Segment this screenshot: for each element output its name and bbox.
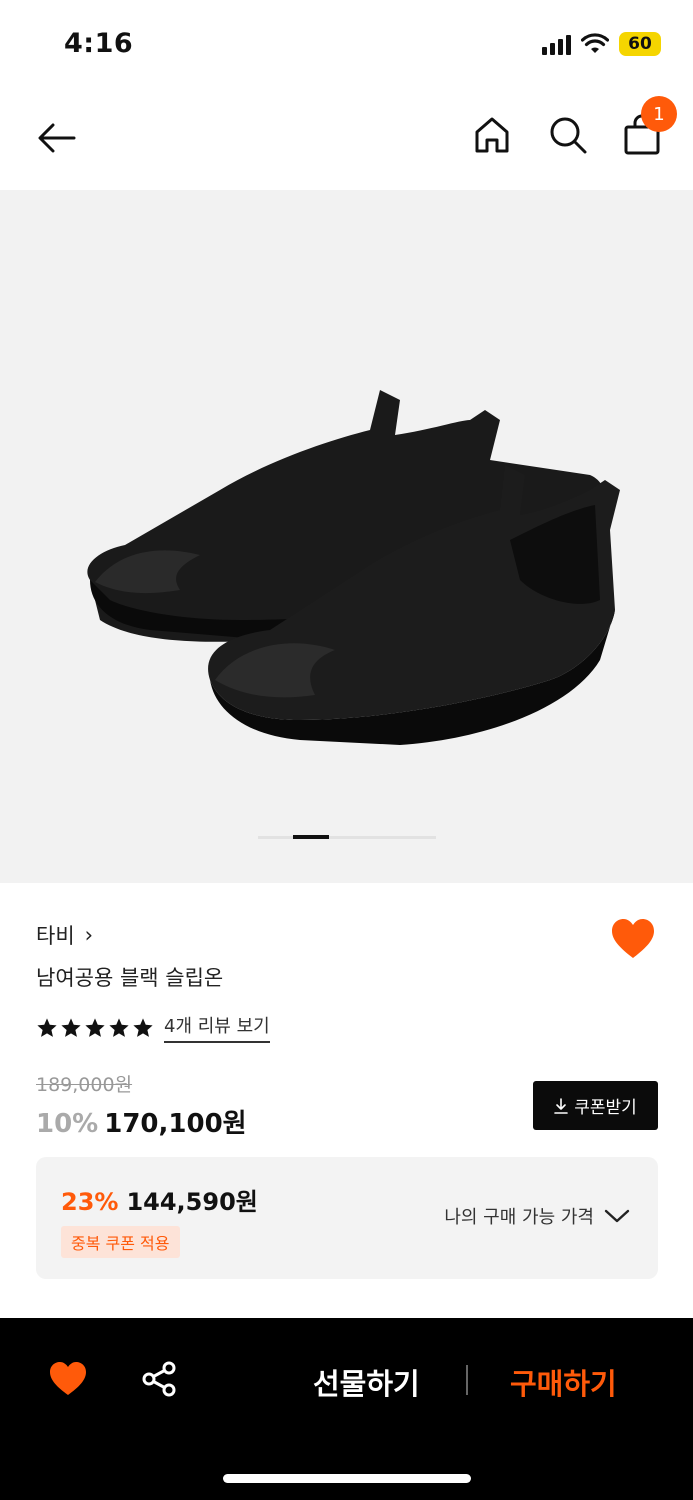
chevron-right-icon: › <box>84 923 94 947</box>
duplicate-coupon-badge: 중복 쿠폰 적용 <box>61 1226 180 1258</box>
coupon-button-label: 쿠폰받기 <box>574 1098 637 1118</box>
chevron-down-icon <box>604 1209 630 1223</box>
review-link[interactable]: 4개 리뷰 보기 <box>164 1012 270 1043</box>
product-name: 남여공용 블랙 슬립온 <box>36 966 224 990</box>
gift-button[interactable]: 선물하기 <box>313 1361 420 1403</box>
price-row: 10% 170,100원 <box>36 1103 247 1140</box>
my-price-toggle[interactable]: 나의 구매 가능 가격 <box>444 1203 630 1229</box>
gallery-page-indicator-active <box>293 835 329 839</box>
home-icon[interactable] <box>470 113 514 157</box>
star-icon <box>85 1017 105 1037</box>
heart-icon[interactable] <box>610 918 656 960</box>
star-icon <box>37 1017 57 1037</box>
discount-percent: 10% <box>36 1109 99 1139</box>
battery-icon: 60 <box>619 32 661 56</box>
gallery-page-indicator <box>258 835 436 839</box>
status-time: 4:16 <box>64 28 134 59</box>
back-arrow-icon[interactable] <box>34 115 80 161</box>
status-bar: 4:16 60 <box>0 0 693 88</box>
rating-row: 4개 리뷰 보기 <box>36 1012 270 1043</box>
original-price: 189,000원 <box>36 1074 133 1096</box>
star-icon <box>61 1017 81 1037</box>
cart-count-badge: 1 <box>641 96 677 132</box>
home-indicator[interactable] <box>223 1474 471 1483</box>
best-price: 144,590원 <box>126 1188 258 1216</box>
top-nav-bar <box>0 95 693 181</box>
star-rating <box>36 1017 154 1039</box>
status-icons: 60 <box>542 30 661 58</box>
bottom-action-bar: 선물하기 구매하기 <box>0 1318 693 1500</box>
best-discount-percent: 23% <box>61 1188 119 1216</box>
product-image-gallery[interactable] <box>0 190 693 883</box>
divider <box>466 1365 468 1395</box>
heart-icon[interactable] <box>48 1361 88 1397</box>
brand-name: 타비 <box>36 924 75 948</box>
product-image <box>87 390 620 745</box>
best-price-row: 23% 144,590원 <box>61 1182 258 1217</box>
download-icon <box>554 1097 569 1114</box>
my-price-label: 나의 구매 가능 가격 <box>444 1207 594 1228</box>
share-icon[interactable] <box>140 1360 178 1398</box>
buy-button[interactable]: 구매하기 <box>510 1361 617 1403</box>
search-icon[interactable] <box>546 113 590 157</box>
brand-link[interactable]: 타비 › <box>36 920 93 950</box>
star-icon <box>133 1017 153 1037</box>
sale-price: 170,100원 <box>104 1109 247 1139</box>
best-price-box[interactable]: 23% 144,590원 중복 쿠폰 적용 나의 구매 가능 가격 <box>36 1157 658 1279</box>
wifi-icon <box>581 33 609 53</box>
star-icon <box>109 1017 129 1037</box>
coupon-download-button[interactable]: 쿠폰받기 <box>533 1081 658 1130</box>
signal-icon <box>542 33 571 55</box>
